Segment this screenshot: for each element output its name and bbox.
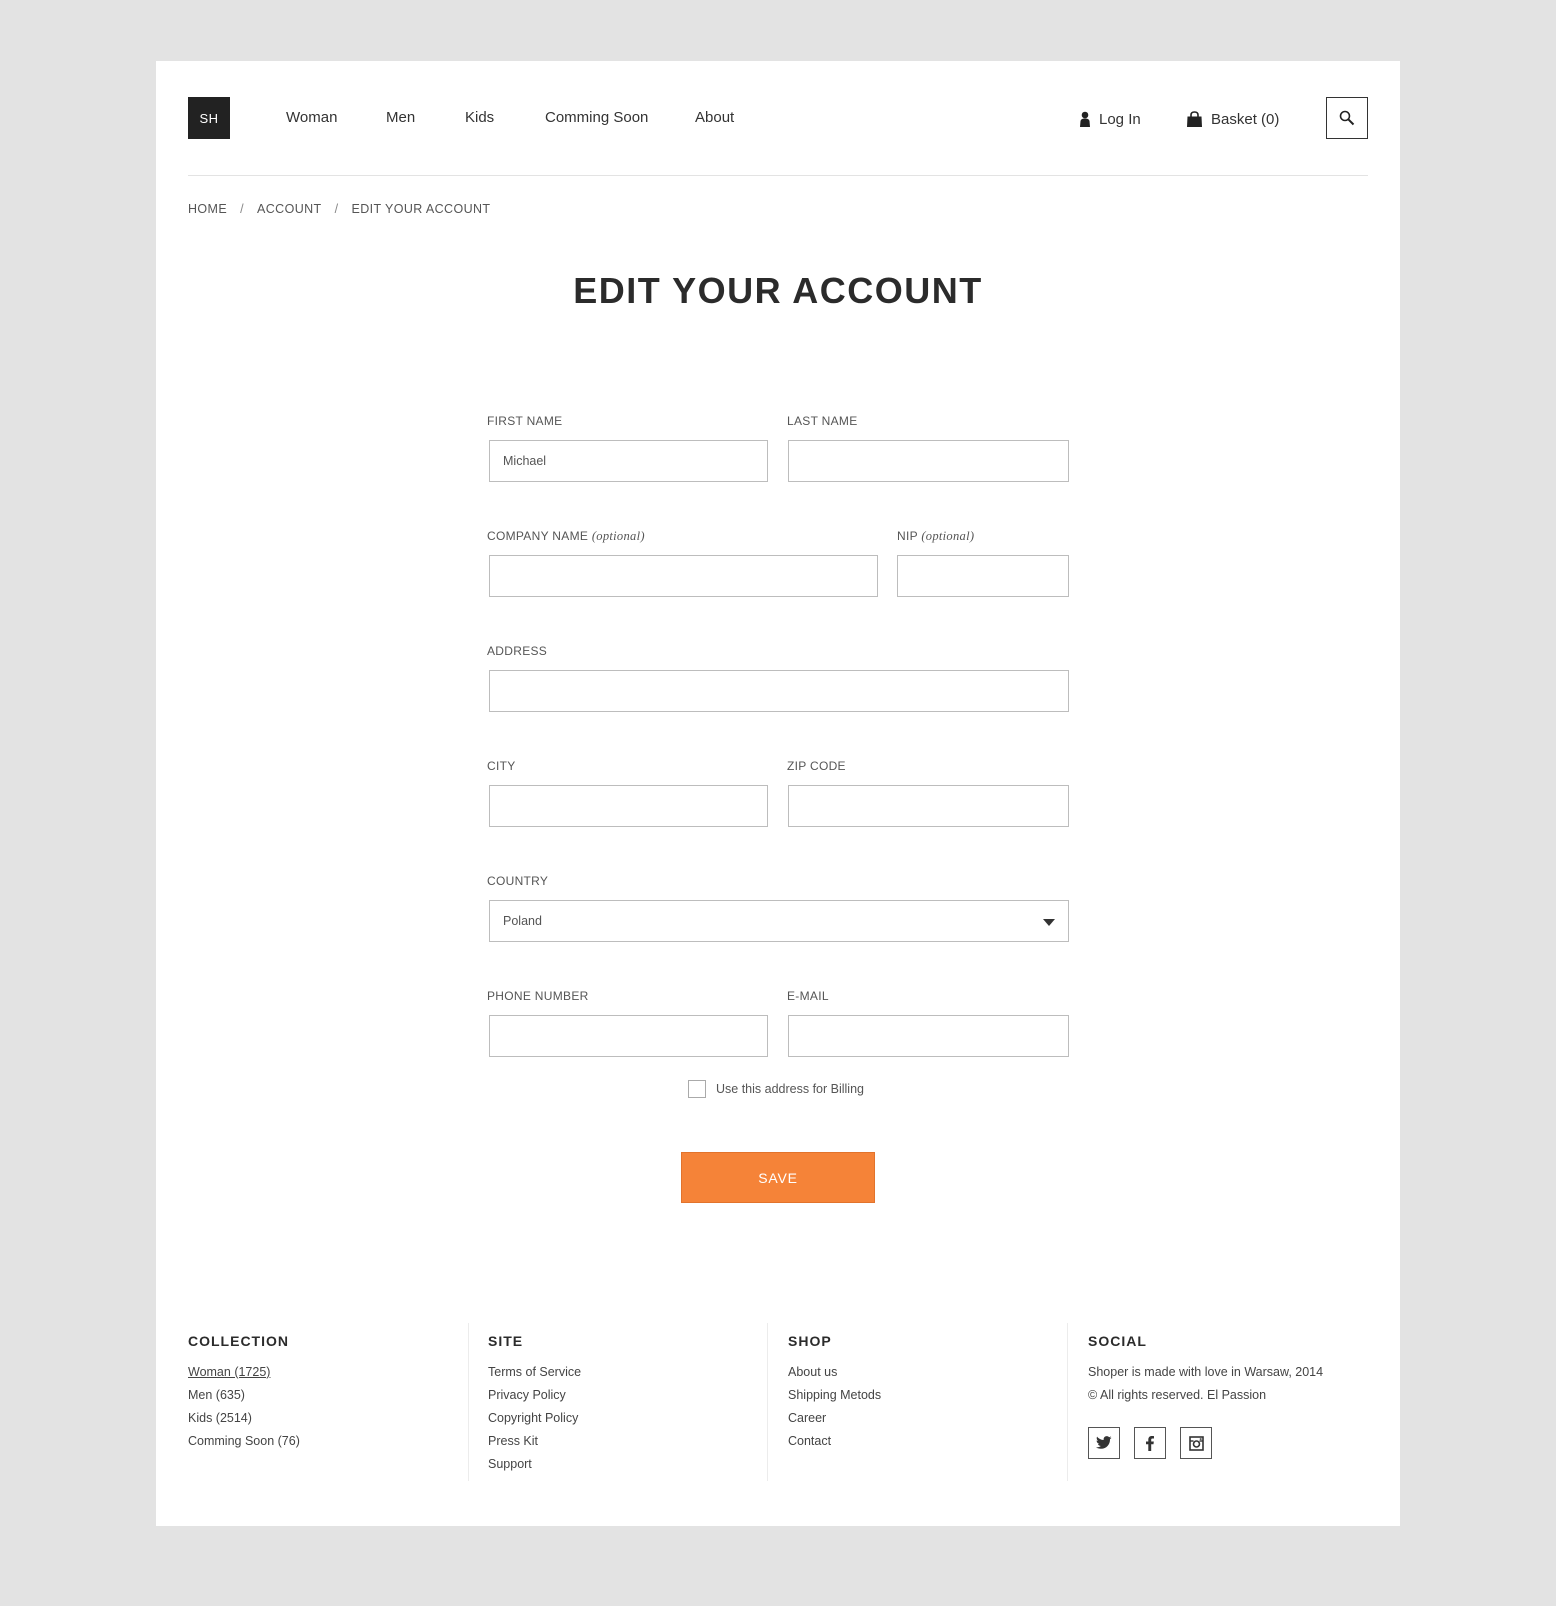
- nav-comming-soon[interactable]: Comming Soon: [545, 109, 648, 129]
- footer-link-contact[interactable]: Contact: [788, 1430, 881, 1453]
- nav-woman[interactable]: Woman: [286, 109, 337, 129]
- zip-code-input[interactable]: [788, 785, 1069, 827]
- footer-divider: [767, 1323, 768, 1481]
- email-label: E-MAIL: [787, 989, 829, 1003]
- footer-divider: [468, 1323, 469, 1481]
- login-link[interactable]: Log In: [1079, 108, 1141, 130]
- billing-checkbox-label[interactable]: Use this address for Billing: [716, 1082, 864, 1096]
- search-icon: [1339, 110, 1355, 126]
- breadcrumb-separator: /: [240, 202, 244, 216]
- breadcrumb: HOME / ACCOUNT / EDIT YOUR ACCOUNT: [188, 202, 490, 216]
- footer-link-privacy[interactable]: Privacy Policy: [488, 1384, 581, 1407]
- footer-site: SITE Terms of Service Privacy Policy Cop…: [488, 1333, 581, 1476]
- shopping-bag-icon: [1187, 110, 1202, 127]
- address-label: ADDRESS: [487, 644, 548, 658]
- footer-link-terms[interactable]: Terms of Service: [488, 1361, 581, 1384]
- footer-link-woman[interactable]: Woman (1725): [188, 1361, 300, 1384]
- nip-hint: (optional): [921, 529, 975, 543]
- nip-label: NIP (optional): [897, 529, 974, 544]
- instagram-icon[interactable]: [1180, 1427, 1212, 1459]
- phone-number-label: PHONE NUMBER: [487, 989, 589, 1003]
- phone-number-input[interactable]: [489, 1015, 768, 1057]
- country-label: COUNTRY: [487, 874, 549, 888]
- zip-code-label: ZIP CODE: [787, 759, 846, 773]
- dropdown-arrow-icon: [1043, 919, 1055, 926]
- user-icon: [1080, 111, 1090, 127]
- breadcrumb-current: EDIT YOUR ACCOUNT: [351, 202, 491, 216]
- page-title: EDIT YOUR ACCOUNT: [573, 270, 983, 311]
- country-selected-value: Poland: [503, 914, 542, 928]
- social-icons: [1088, 1427, 1328, 1459]
- city-input[interactable]: [489, 785, 768, 827]
- footer-divider: [1067, 1323, 1068, 1481]
- last-name-input[interactable]: [788, 440, 1069, 482]
- basket-label: Basket (0): [1211, 110, 1280, 128]
- nip-input[interactable]: [897, 555, 1069, 597]
- footer-link-copyright[interactable]: Copyright Policy: [488, 1407, 581, 1430]
- footer-link-career[interactable]: Career: [788, 1407, 881, 1430]
- search-button[interactable]: [1326, 97, 1368, 139]
- save-button[interactable]: SAVE: [681, 1152, 875, 1203]
- first-name-label: FIRST NAME: [487, 414, 563, 428]
- login-label: Log In: [1099, 110, 1141, 128]
- nav-about[interactable]: About: [695, 109, 734, 129]
- billing-checkbox[interactable]: [688, 1080, 706, 1098]
- footer-collection-title: COLLECTION: [188, 1333, 289, 1349]
- basket-link[interactable]: Basket (0): [1186, 108, 1279, 130]
- company-name-input[interactable]: [489, 555, 878, 597]
- footer-social-title: SOCIAL: [1088, 1333, 1147, 1349]
- logo[interactable]: SH: [188, 97, 230, 139]
- nav-men[interactable]: Men: [386, 109, 415, 129]
- nav-kids[interactable]: Kids: [465, 109, 494, 129]
- page-container: SH Woman Men Kids Comming Soon About Log…: [156, 61, 1400, 1526]
- nip-label-text: NIP: [897, 529, 918, 543]
- footer-link-comming-soon[interactable]: Comming Soon (76): [188, 1430, 300, 1453]
- twitter-icon[interactable]: [1088, 1427, 1120, 1459]
- footer-social-text: Shoper is made with love in Warsaw, 2014…: [1088, 1365, 1324, 1402]
- footer-link-shipping[interactable]: Shipping Metods: [788, 1384, 881, 1407]
- breadcrumb-account[interactable]: ACCOUNT: [257, 202, 322, 216]
- footer-shop-title: SHOP: [788, 1333, 832, 1349]
- header-divider: [188, 175, 1368, 176]
- footer-shop: SHOP About us Shipping Metods Career Con…: [788, 1333, 881, 1453]
- footer-site-title: SITE: [488, 1333, 524, 1349]
- company-name-label: COMPANY NAME (optional): [487, 529, 645, 544]
- company-name-label-text: COMPANY NAME: [487, 529, 589, 543]
- facebook-icon[interactable]: [1134, 1427, 1166, 1459]
- footer-collection: COLLECTION Woman (1725) Men (635) Kids (…: [188, 1333, 300, 1453]
- footer-link-kids[interactable]: Kids (2514): [188, 1407, 300, 1430]
- country-select[interactable]: Poland: [489, 900, 1069, 942]
- footer-link-about-us[interactable]: About us: [788, 1361, 881, 1384]
- breadcrumb-home[interactable]: HOME: [188, 202, 227, 216]
- company-name-hint: (optional): [591, 529, 645, 543]
- footer-link-men[interactable]: Men (635): [188, 1384, 300, 1407]
- footer-link-support[interactable]: Support: [488, 1453, 581, 1476]
- footer-social: SOCIAL Shoper is made with love in Warsa…: [1088, 1333, 1328, 1459]
- breadcrumb-separator: /: [334, 202, 339, 216]
- city-label: CITY: [487, 759, 516, 773]
- footer-link-press-kit[interactable]: Press Kit: [488, 1430, 581, 1453]
- last-name-label: LAST NAME: [787, 414, 858, 428]
- address-input[interactable]: [489, 670, 1069, 712]
- first-name-input[interactable]: Michael: [489, 440, 768, 482]
- email-input[interactable]: [788, 1015, 1069, 1057]
